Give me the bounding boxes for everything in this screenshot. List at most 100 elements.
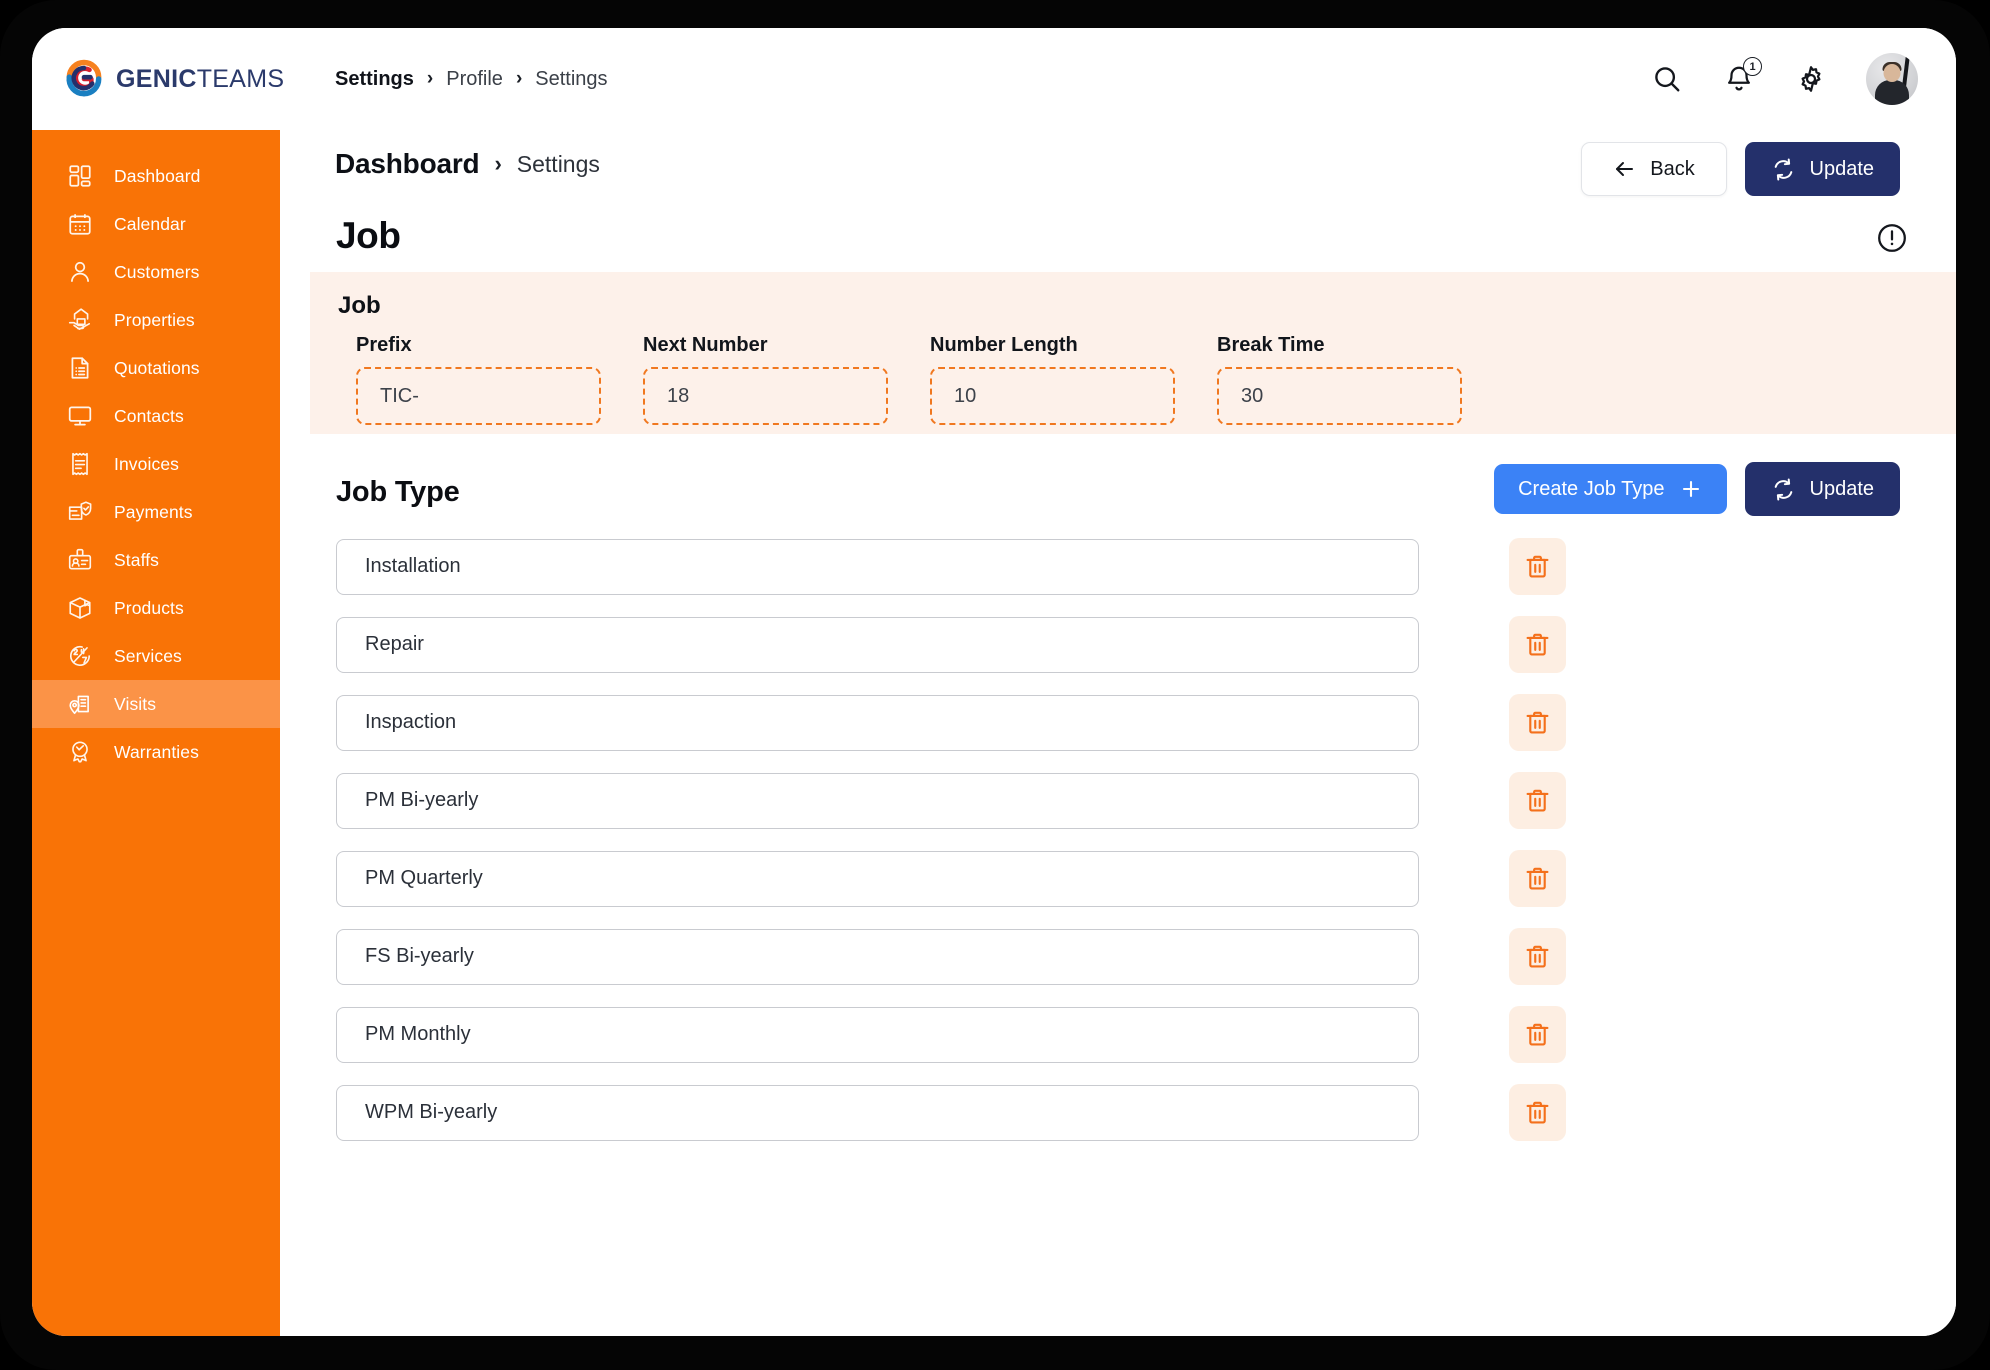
job-type-input[interactable] (336, 694, 1419, 751)
page-title: Job (336, 215, 401, 256)
map-pin-building-icon (64, 689, 95, 720)
search-icon[interactable] (1650, 62, 1684, 96)
job-type-input[interactable] (336, 616, 1419, 673)
sidebar-item-label: Properties (114, 309, 195, 330)
sidebar-item-services[interactable]: Services (32, 632, 280, 680)
sidebar-item-quotations[interactable]: Quotations (32, 344, 280, 392)
breadcrumb-page-settings[interactable]: Settings (517, 151, 600, 178)
delete-button[interactable] (1509, 772, 1566, 829)
sidebar-item-label: Quotations (114, 357, 200, 378)
notification-badge: 1 (1743, 57, 1762, 76)
create-job-type-label: Create Job Type (1518, 477, 1665, 500)
job-type-row (336, 928, 1912, 985)
sidebar-item-properties[interactable]: Properties (32, 296, 280, 344)
delete-button[interactable] (1509, 538, 1566, 595)
chevron-right-icon: › (426, 68, 434, 89)
job-type-row (336, 850, 1912, 907)
receipt-icon (64, 449, 95, 480)
job-type-input[interactable] (336, 1084, 1419, 1141)
field-number-length: Number Length (930, 334, 1175, 425)
back-button[interactable]: Back (1580, 142, 1727, 196)
delete-button[interactable] (1509, 616, 1566, 673)
sidebar-item-label: Payments (114, 501, 193, 522)
brand-name: GENICTEAMS (116, 65, 284, 94)
trash-icon (1526, 633, 1549, 656)
delete-button[interactable] (1509, 1006, 1566, 1063)
sidebar-item-dashboard[interactable]: Dashboard (32, 152, 280, 200)
arrow-left-icon (1616, 162, 1634, 176)
sidebar-item-products[interactable]: Products (32, 584, 280, 632)
job-type-row (336, 772, 1912, 829)
field-prefix-label: Prefix (356, 334, 412, 356)
sidebar-item-payments[interactable]: Payments (32, 488, 280, 536)
sidebar-item-label: Services (114, 645, 182, 666)
sidebar-item-warranties[interactable]: Warranties (32, 728, 280, 776)
job-type-input[interactable] (336, 772, 1419, 829)
delete-button[interactable] (1509, 694, 1566, 751)
sidebar-item-contacts[interactable]: Contacts (32, 392, 280, 440)
info-icon[interactable] (1876, 222, 1908, 259)
field-next-number: Next Number (643, 334, 888, 425)
avatar[interactable] (1866, 53, 1918, 105)
trash-icon (1526, 1101, 1549, 1124)
sidebar: Dashboard Calendar Customers Properties … (32, 130, 280, 1336)
refresh-icon (1774, 478, 1792, 500)
breadcrumb-top-item-2[interactable]: Settings (535, 68, 607, 91)
brand-name-bold: GENIC (116, 64, 197, 93)
job-type-title: Job Type (336, 476, 460, 508)
avatar-head (1883, 63, 1901, 82)
chevron-right-icon: › (494, 151, 502, 176)
refresh-icon (1774, 158, 1792, 180)
sidebar-item-calendar[interactable]: Calendar (32, 200, 280, 248)
job-type-actions: Create Job Type Update (1494, 462, 1900, 516)
update-button-label: Update (1809, 157, 1875, 180)
breadcrumb-top-item-0[interactable]: Settings (335, 68, 414, 91)
delete-button[interactable] (1509, 850, 1566, 907)
notification-bell-icon[interactable]: 1 (1722, 57, 1762, 96)
breadcrumb-top-item-1[interactable]: Profile (446, 68, 503, 91)
id-badge-icon (64, 545, 95, 576)
sidebar-item-label: Customers (114, 261, 200, 282)
box-icon (64, 593, 95, 624)
update-button-label: Update (1809, 477, 1875, 500)
next-number-input[interactable] (643, 367, 888, 425)
sidebar-item-visits[interactable]: Visits (32, 680, 280, 728)
avatar-body (1875, 80, 1909, 105)
create-job-type-button[interactable]: Create Job Type (1494, 464, 1727, 514)
top-bar: GENICTEAMS Settings › Profile › Settings (32, 28, 1956, 130)
trash-icon (1526, 867, 1549, 890)
job-type-input[interactable] (336, 538, 1419, 595)
update-button-top[interactable]: Update (1744, 142, 1900, 196)
update-button-jobtype[interactable]: Update (1744, 462, 1900, 516)
brand-logo[interactable]: GENICTEAMS (32, 28, 312, 130)
sidebar-item-staffs[interactable]: Staffs (32, 536, 280, 584)
field-next-number-label: Next Number (643, 334, 768, 356)
job-settings-panel: Job Prefix Next Number Number Length (310, 272, 1956, 434)
field-break-time: Break Time (1217, 334, 1462, 425)
card-shield-icon (64, 497, 95, 528)
sidebar-item-label: Invoices (114, 453, 179, 474)
job-type-input[interactable] (336, 928, 1419, 985)
prefix-input[interactable] (356, 367, 601, 425)
genicteams-logo-icon (66, 59, 102, 97)
job-type-header: Job Type Create Job Type Update (280, 462, 1956, 532)
gear-icon[interactable] (1794, 62, 1828, 96)
sidebar-item-label: Dashboard (114, 165, 201, 186)
trash-icon (1526, 555, 1549, 578)
breadcrumb-page: Dashboard › Settings (335, 148, 600, 180)
app-window: GENICTEAMS Settings › Profile › Settings (32, 28, 1956, 1336)
number-length-input[interactable] (930, 367, 1175, 425)
breadcrumb-page-dashboard[interactable]: Dashboard (335, 148, 480, 180)
trash-icon (1526, 945, 1549, 968)
sidebar-item-invoices[interactable]: Invoices (32, 440, 280, 488)
job-type-input[interactable] (336, 1006, 1419, 1063)
delete-button[interactable] (1509, 928, 1566, 985)
chevron-right-icon: › (515, 68, 523, 89)
user-icon (64, 257, 95, 288)
delete-button[interactable] (1509, 1084, 1566, 1141)
sidebar-item-customers[interactable]: Customers (32, 248, 280, 296)
device-frame: GENICTEAMS Settings › Profile › Settings (0, 0, 1990, 1370)
break-time-input[interactable] (1217, 367, 1462, 425)
job-type-input[interactable] (336, 850, 1419, 907)
document-list-icon (64, 353, 95, 384)
